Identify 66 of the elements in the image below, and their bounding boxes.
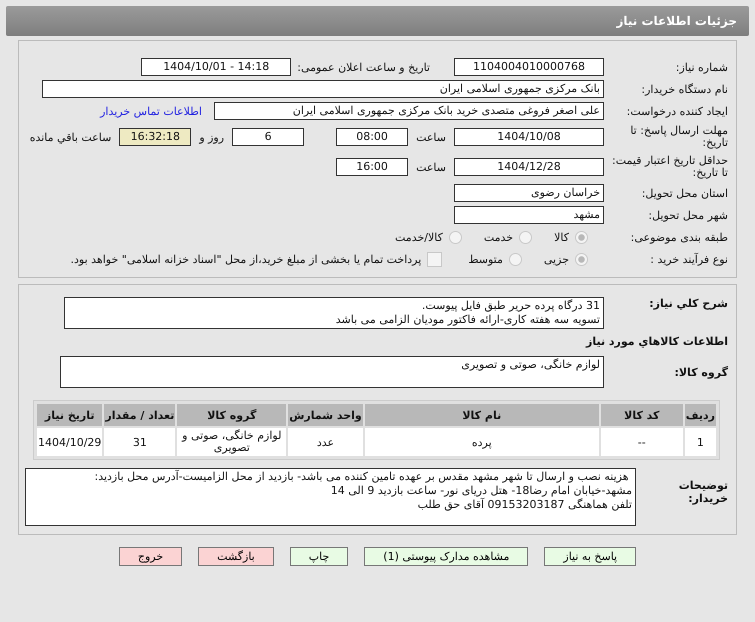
table-cell: 31 — [104, 428, 176, 456]
checkbox[interactable] — [427, 252, 442, 266]
action-button[interactable]: مشاهده مدارک پیوستی (1) — [364, 547, 528, 566]
deadline-date-field: 1404/10/08 — [454, 128, 604, 146]
radio-label: متوسط — [468, 252, 503, 266]
field-label: شرح کلي نياز: — [648, 297, 728, 310]
days-field: 6 — [232, 128, 304, 146]
field-label: نام دستگاه خریدار: — [640, 82, 728, 96]
buyer-org-field: بانک مرکزی جمهوری اسلامی ایران — [42, 80, 604, 98]
remaining-time-field: 16:32:18 — [119, 128, 192, 146]
province-field: خراسان رضوی — [454, 184, 604, 202]
field-label: گروه کالا: — [673, 366, 728, 379]
radio-button[interactable] — [575, 230, 588, 244]
table-cell: 1404/10/29 — [37, 428, 102, 456]
field-label: حداقل تاریخ اعتبار قیمت: تا تاریخ: — [611, 154, 728, 180]
column-header: واحد شمارش — [288, 404, 363, 426]
section-heading: اطلاعات کالاهاي مورد نياز — [584, 335, 728, 348]
radio-label: خدمت — [484, 230, 514, 244]
field-label: توضیحات خریدار: — [678, 480, 728, 506]
field-label: روز و — [199, 130, 224, 144]
column-header: تاریخ نیاز — [37, 404, 102, 426]
column-header: نام کالا — [364, 404, 599, 426]
field-label: مهلت ارسال پاسخ: تا تاریخ: — [629, 124, 728, 150]
field-label: ساعت — [416, 160, 446, 174]
field-label: ساعت — [416, 130, 446, 144]
field-label: ساعت باقي مانده — [30, 130, 112, 144]
field-label: تاریخ و ساعت اعلان عمومی: — [297, 60, 430, 74]
action-button[interactable]: خروج — [118, 547, 182, 566]
field-label: استان محل تحویل: — [640, 186, 728, 200]
validity-time-field: 16:00 — [336, 158, 408, 176]
checkbox-label: پرداخت تمام یا بخشی از مبلغ خرید،از محل "اسناد خزانه اسلامی" خواهد بود. — [70, 252, 422, 266]
page-title: جزئیات اطلاعات نیاز — [616, 14, 737, 28]
validity-date-field: 1404/12/28 — [454, 158, 604, 176]
field-label: طبقه بندی موضوعی: — [630, 230, 728, 244]
table-cell: 1 — [684, 428, 716, 456]
field-label: نوع فرآیند خرید : — [649, 252, 728, 266]
radio-label: کالا — [554, 230, 569, 244]
table-cell: عدد — [288, 428, 363, 456]
radio-label: کالا/خدمت — [395, 230, 443, 244]
deadline-time-field: 08:00 — [336, 128, 408, 146]
field-label: شماره نیاز: — [674, 60, 728, 74]
column-header: گروه کالا — [177, 404, 286, 426]
radio-button[interactable] — [508, 252, 522, 266]
table-cell: پرده — [364, 428, 599, 456]
city-field: مشهد — [454, 206, 604, 224]
buyer-contact-link[interactable]: اطلاعات تماس خریدار — [100, 104, 202, 118]
radio-button[interactable] — [575, 252, 588, 266]
action-button[interactable]: پاسخ به نیاز — [544, 547, 636, 566]
action-button[interactable]: بازگشت — [198, 547, 274, 566]
column-header: تعداد / مقدار — [104, 404, 176, 426]
column-header: ردیف — [684, 404, 716, 426]
field-label: شهر محل تحویل: — [647, 208, 728, 222]
radio-button[interactable] — [448, 230, 462, 244]
buyer-notes-textarea[interactable]: هزینه نصب و ارسال تا شهر مشهد مقدس بر عهده تامین کننده می باشد- بازدید از محل الزامیست-آدرس محل بازدید: مشهد-خیابان امام رضا18- هتل دریای نور- ساعت بازدید 9 الی 14 تلفن هماهنگی 09153203187 آقای حق طلب — [25, 468, 636, 526]
radio-button[interactable] — [519, 230, 532, 244]
need-number-field: 1104004010000768 — [454, 58, 604, 76]
table-cell: -- — [600, 428, 683, 456]
radio-label: جزیی — [544, 252, 569, 266]
description-textarea[interactable]: 31 درگاه پرده حریر طبق فایل پیوست. تسویه سه هفته کاری-ارائه فاکتور مودیان الزامی می باشد — [64, 297, 604, 329]
creator-field: علی اصغر فروغی متصدی خرید بانک مرکزی جمهوری اسلامی ایران — [214, 102, 604, 120]
goods-group-textarea[interactable]: لوازم خانگی، صوتی و تصویری — [60, 356, 604, 388]
table-cell: لوازم خانگی، صوتی و تصویری — [177, 428, 286, 456]
field-label: ایجاد کننده درخواست: — [626, 104, 728, 118]
action-button[interactable]: چاپ — [290, 547, 348, 566]
announce-date-field: 1404/10/01 - 14:18 — [141, 58, 292, 76]
column-header: کد کالا — [600, 404, 683, 426]
